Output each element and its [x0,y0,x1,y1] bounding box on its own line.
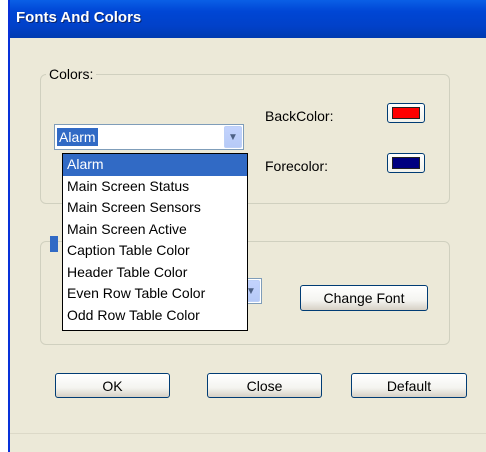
dropdown-item-main-screen-active[interactable]: Main Screen Active [63,219,247,241]
color-target-combo[interactable]: Alarm ▼ [54,124,244,150]
backcolor-label: BackColor: [265,108,334,124]
change-font-button[interactable]: Change Font [300,285,428,311]
close-button-label: Close [246,377,283,394]
forecolor-button[interactable] [387,153,425,173]
forecolor-label: Forecolor: [265,158,329,174]
dropdown-item-even-row-table-color[interactable]: Even Row Table Color [63,283,247,305]
title-bar[interactable]: Fonts And Colors [10,0,486,38]
dropdown-item-caption-table-color[interactable]: Caption Table Color [63,240,247,262]
dropdown-item-odd-row-table-color[interactable]: Odd Row Table Color [63,305,247,327]
close-button[interactable]: Close [207,373,322,398]
change-font-button-label: Change Font [323,290,405,306]
forecolor-swatch [392,157,420,169]
default-button-label: Default [386,377,432,394]
window-title: Fonts And Colors [16,9,142,26]
color-target-combo-value: Alarm [57,128,98,146]
color-target-dropdown-list[interactable]: Alarm Main Screen Status Main Screen Sen… [62,153,248,331]
dropdown-item-alarm[interactable]: Alarm [63,154,247,176]
backcolor-swatch [392,107,420,119]
backcolor-button[interactable] [387,103,425,123]
chevron-down-icon[interactable]: ▼ [224,126,242,148]
colors-group-caption: Colors: [46,66,97,82]
fonts-and-colors-dialog: Fonts And Colors Colors: Alarm ▼ BackCol… [8,0,486,452]
dropdown-item-main-screen-status[interactable]: Main Screen Status [63,176,247,198]
default-button[interactable]: Default [351,373,467,398]
fonts-group-caption-marker [50,236,58,252]
dropdown-item-main-screen-sensors[interactable]: Main Screen Sensors [63,197,247,219]
window-bottom-edge [10,433,486,452]
ok-button-label: OK [102,377,123,394]
ok-button[interactable]: OK [55,373,170,398]
dropdown-item-header-table-color[interactable]: Header Table Color [63,262,247,284]
